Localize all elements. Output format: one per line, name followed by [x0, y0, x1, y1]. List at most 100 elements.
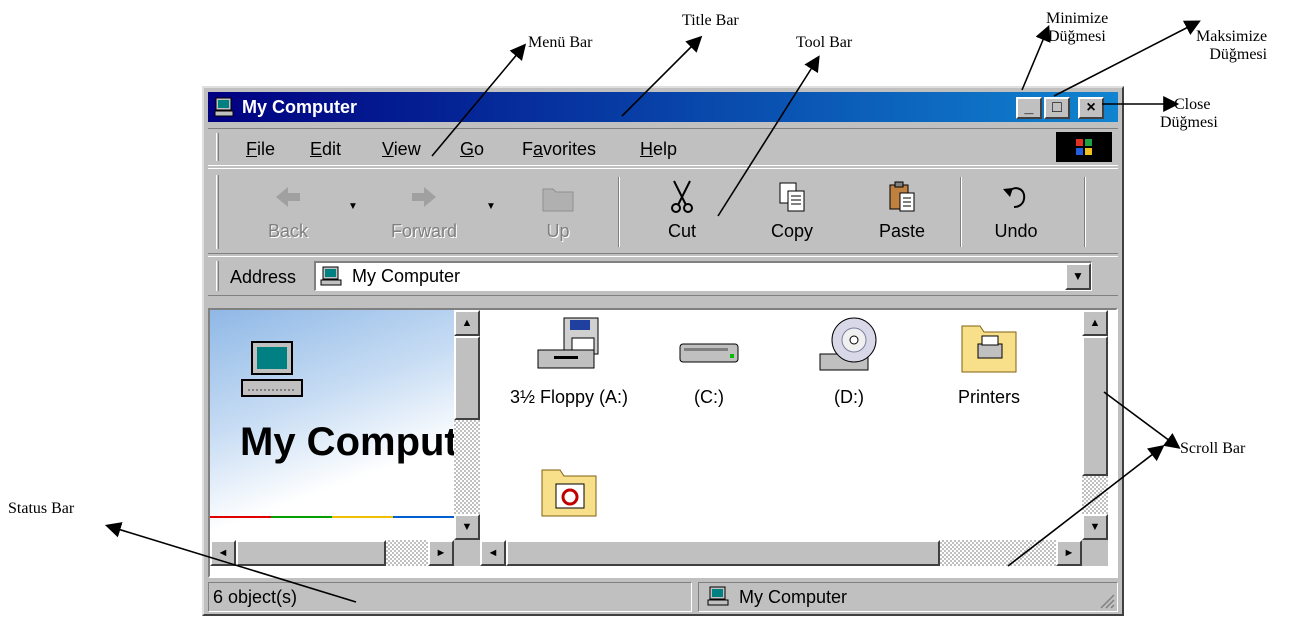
annotation-maximize: Maksimize Düğmesi — [1196, 28, 1267, 64]
status-objects: 6 object(s) — [213, 587, 298, 607]
scroll-left-arrow-icon[interactable]: ◄ — [480, 540, 506, 566]
address-bar: Address My Computer ▼ — [208, 256, 1118, 296]
cut-button[interactable]: Cut — [642, 177, 722, 247]
drive-item-floppy[interactable]: 3½ Floppy (A:) — [494, 316, 644, 408]
annotation-maximize-line1: Maksimize — [1196, 28, 1268, 45]
menu-go[interactable]: Go — [460, 139, 484, 159]
address-label: Address — [230, 267, 297, 287]
copy-label: Copy — [770, 221, 814, 241]
annotation-scroll-bar: Scroll Bar — [1180, 440, 1246, 457]
back-button[interactable]: Back — [248, 177, 328, 247]
scroll-up-arrow-icon[interactable]: ▲ — [454, 310, 480, 336]
address-bar-grip[interactable] — [216, 261, 219, 291]
address-field[interactable]: My Computer ▼ — [314, 261, 1092, 291]
windows-logo-icon — [1056, 132, 1112, 162]
scroll-thumb[interactable] — [1082, 336, 1108, 476]
main-horizontal-scrollbar[interactable]: ◄ ► — [480, 540, 1082, 566]
explorer-window: My Computer _ □ × File Edit View Go Favo… — [202, 86, 1124, 616]
paste-clipboard-icon — [889, 181, 915, 212]
scroll-right-arrow-icon[interactable]: ► — [1056, 540, 1082, 566]
toolbar-separator — [1084, 177, 1086, 247]
printers-folder-icon — [961, 325, 1017, 373]
annotation-menu-bar: Menü Bar — [528, 34, 593, 51]
window-title: My Computer — [242, 97, 358, 117]
scroll-down-arrow-icon[interactable]: ▼ — [1082, 514, 1108, 540]
left-pane-color-stripe — [210, 516, 454, 518]
address-dropdown-button[interactable]: ▼ — [1065, 263, 1091, 290]
floppy-drive-icon — [537, 317, 599, 369]
content-area: My Compute ▲ ▼ ◄ ► 3½ Floppy (A:) — [208, 308, 1118, 578]
left-pane-vertical-scrollbar[interactable]: ▲ ▼ — [454, 310, 480, 540]
scroll-corner — [1082, 540, 1108, 566]
forward-arrow-icon — [412, 187, 436, 207]
scissors-icon — [671, 180, 693, 213]
menu-bar-grip[interactable] — [216, 133, 219, 161]
menu-view[interactable]: View — [382, 139, 421, 159]
menu-bar: File Edit View Go Favorites Help — [208, 128, 1118, 166]
toolbar-separator — [618, 177, 620, 247]
scroll-thumb[interactable] — [236, 540, 386, 566]
scroll-right-arrow-icon[interactable]: ► — [428, 540, 454, 566]
main-vertical-scrollbar[interactable]: ▲ ▼ — [1082, 310, 1108, 540]
up-button[interactable]: Up — [518, 177, 598, 247]
scroll-corner — [454, 540, 480, 566]
address-value: My Computer — [352, 266, 461, 286]
scroll-up-arrow-icon[interactable]: ▲ — [1082, 310, 1108, 336]
paste-button[interactable]: Paste — [862, 177, 942, 247]
resize-grip-icon[interactable] — [1097, 591, 1115, 609]
left-pane-title: My Compute — [240, 420, 454, 464]
annotation-title-bar: Title Bar — [682, 12, 739, 29]
forward-dropdown-icon[interactable]: ▼ — [486, 201, 496, 212]
status-pane-objects: 6 object(s) — [208, 582, 692, 612]
folder-item-scheduled[interactable] — [494, 460, 644, 524]
cut-label: Cut — [667, 221, 696, 241]
close-button[interactable]: × — [1078, 97, 1104, 119]
menu-file[interactable]: File — [246, 139, 275, 159]
annotation-maximize-line2: Düğmesi — [1209, 46, 1268, 63]
annotation-minimize-line1: Minimize — [1046, 10, 1109, 27]
menu-help[interactable]: Help — [640, 139, 677, 159]
left-pane-horizontal-scrollbar[interactable]: ◄ ► — [210, 540, 454, 566]
undo-label: Undo — [994, 221, 1038, 241]
copy-button[interactable]: Copy — [752, 177, 832, 247]
menu-favorites[interactable]: Favorites — [522, 139, 596, 159]
my-computer-large-icon — [241, 341, 303, 397]
my-computer-icon — [320, 266, 342, 286]
scroll-thumb[interactable] — [506, 540, 940, 566]
scroll-left-arrow-icon[interactable]: ◄ — [210, 540, 236, 566]
annotation-close: Close Düğmesi — [1160, 96, 1218, 132]
status-pane-location: My Computer — [698, 582, 1118, 612]
copy-icon — [779, 182, 805, 212]
left-info-pane: My Compute — [210, 310, 454, 540]
annotation-tool-bar: Tool Bar — [796, 34, 853, 51]
folder-item-printers[interactable]: Printers — [914, 316, 1064, 408]
scroll-thumb[interactable] — [454, 336, 480, 420]
paste-label: Paste — [878, 221, 926, 241]
cd-drive-icon — [819, 317, 877, 371]
maximize-button[interactable]: □ — [1044, 97, 1070, 119]
drive-label: (C:) — [694, 387, 724, 407]
up-folder-icon — [542, 188, 574, 212]
status-bar: 6 object(s) My Computer — [208, 582, 1118, 612]
back-dropdown-icon[interactable]: ▼ — [348, 201, 358, 212]
drive-label: 3½ Floppy (A:) — [509, 387, 629, 407]
folder-label: Printers — [957, 387, 1020, 407]
undo-icon — [1003, 187, 1026, 208]
my-computer-icon — [707, 586, 729, 606]
drive-item-c[interactable]: (C:) — [634, 316, 784, 408]
arrow-minimize — [1021, 25, 1051, 91]
scroll-down-arrow-icon[interactable]: ▼ — [454, 514, 480, 540]
minimize-button[interactable]: _ — [1016, 97, 1042, 119]
status-location: My Computer — [739, 587, 848, 607]
annotation-minimize: Minimize Düğmesi — [1046, 10, 1108, 46]
back-label: Back — [267, 221, 309, 241]
undo-button[interactable]: Undo — [976, 177, 1056, 247]
title-bar[interactable]: My Computer _ □ × — [208, 92, 1118, 122]
tool-bar-grip[interactable] — [216, 175, 219, 249]
annotation-close-line1: Close — [1174, 96, 1211, 113]
hard-drive-icon — [679, 343, 739, 363]
drive-item-d[interactable]: (D:) — [774, 316, 924, 408]
forward-button[interactable]: Forward — [384, 177, 464, 247]
menu-edit[interactable]: Edit — [310, 139, 341, 159]
drive-label: (D:) — [834, 387, 864, 407]
